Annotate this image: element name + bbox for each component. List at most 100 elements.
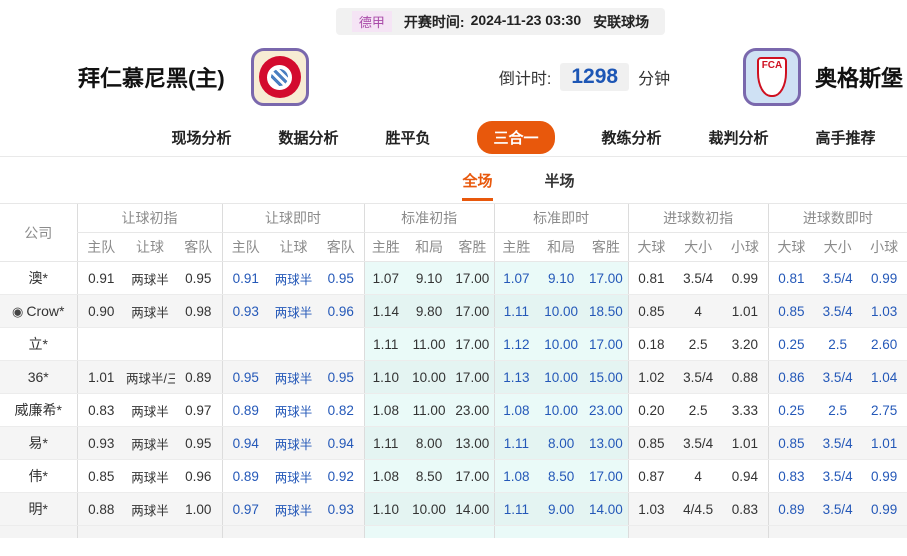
odds-cell[interactable]: 1.13 bbox=[493, 360, 539, 394]
odds-cell[interactable]: 两球半 bbox=[269, 459, 319, 493]
odds-cell[interactable]: 13.00 bbox=[584, 426, 629, 460]
odds-cell[interactable]: 9.00 bbox=[538, 492, 585, 526]
odds-cell[interactable]: 3.5/4 bbox=[814, 426, 862, 460]
odds-cell[interactable]: 0.93 bbox=[221, 294, 270, 328]
tab-coach-analysis[interactable]: 教练分析 bbox=[602, 127, 662, 148]
tab-referee-analysis[interactable]: 裁判分析 bbox=[709, 127, 769, 148]
odds-cell: 两球半 bbox=[125, 294, 175, 328]
odds-cell: 0.83 bbox=[722, 492, 769, 526]
odds-cell[interactable]: 18.50 bbox=[584, 294, 629, 328]
odds-cell[interactable]: 0.89 bbox=[221, 459, 270, 493]
odds-cell[interactable]: 10.00 bbox=[538, 393, 585, 427]
odds-cell[interactable]: 0.94 bbox=[318, 426, 365, 460]
odds-cell[interactable]: 0.95 bbox=[318, 360, 365, 394]
odds-cell: 17.00 bbox=[451, 459, 495, 493]
odds-cell[interactable]: 1.03 bbox=[861, 294, 907, 328]
odds-cell[interactable]: 两球半 bbox=[269, 261, 319, 295]
odds-cell[interactable]: 3.5/4 bbox=[814, 261, 862, 295]
odds-cell[interactable]: 17.00 bbox=[584, 261, 629, 295]
odds-cell[interactable]: 0.89 bbox=[221, 393, 270, 427]
odds-cell[interactable]: 23.00 bbox=[584, 393, 629, 427]
odds-cell[interactable]: 0.94 bbox=[221, 426, 270, 460]
odds-cell[interactable]: 1.07 bbox=[493, 261, 539, 295]
odds-cell[interactable]: 两球半 bbox=[269, 393, 319, 427]
odds-cell[interactable]: 0.82 bbox=[318, 393, 365, 427]
odds-cell: 0.88 bbox=[76, 492, 125, 526]
odds-cell[interactable]: 0.81 bbox=[767, 261, 815, 295]
odds-cell[interactable]: 0.86 bbox=[767, 360, 815, 394]
odds-cell[interactable]: 两球半 bbox=[269, 492, 319, 526]
odds-cell[interactable]: 2.5 bbox=[814, 327, 862, 361]
odds-cell[interactable] bbox=[318, 327, 365, 361]
company-cell[interactable]: 立* bbox=[0, 327, 77, 361]
odds-cell[interactable]: 0.25 bbox=[767, 393, 815, 427]
odds-cell[interactable]: 2.75 bbox=[861, 393, 907, 427]
company-cell[interactable]: ◉ Crow* bbox=[0, 294, 77, 328]
odds-cell[interactable]: 3.5/4 bbox=[814, 492, 862, 526]
company-cell[interactable]: 明* bbox=[0, 492, 77, 526]
odds-cell[interactable]: 1.11 bbox=[493, 426, 539, 460]
odds-cell[interactable]: 10.00 bbox=[538, 294, 585, 328]
odds-cell[interactable]: 0.91 bbox=[221, 261, 270, 295]
odds-cell: 17.00 bbox=[451, 327, 495, 361]
tab-expert-picks[interactable]: 高手推荐 bbox=[816, 127, 876, 148]
tab-half-match[interactable]: 半场 bbox=[545, 170, 575, 198]
odds-cell[interactable]: 1.11 bbox=[493, 492, 539, 526]
odds-cell[interactable]: 0.92 bbox=[318, 459, 365, 493]
odds-cell[interactable]: 3.5/4 bbox=[814, 459, 862, 493]
odds-cell[interactable]: 2.5 bbox=[814, 393, 862, 427]
odds-cell[interactable]: 0.83 bbox=[767, 459, 815, 493]
tab-three-in-one[interactable]: 三合一 bbox=[477, 121, 555, 154]
odds-cell[interactable]: 0.95 bbox=[318, 261, 365, 295]
odds-cell[interactable]: 1.12 bbox=[493, 327, 539, 361]
odds-cell[interactable]: 8.50 bbox=[538, 459, 585, 493]
odds-cell[interactable]: 0.99 bbox=[861, 492, 907, 526]
company-cell[interactable]: 澳* bbox=[0, 261, 77, 295]
odds-cell[interactable]: 0.99 bbox=[861, 459, 907, 493]
odds-cell[interactable]: 0.93 bbox=[318, 492, 365, 526]
countdown-unit: 分钟 bbox=[638, 71, 671, 88]
odds-cell[interactable]: 1.08 bbox=[493, 459, 539, 493]
odds-cell[interactable]: 两球半 bbox=[269, 360, 319, 394]
odds-cell[interactable]: 10.00 bbox=[538, 360, 585, 394]
odds-cell[interactable]: 17.00 bbox=[584, 327, 629, 361]
tab-data-analysis[interactable]: 数据分析 bbox=[278, 127, 338, 148]
league-badge[interactable]: 德甲 bbox=[351, 11, 392, 32]
odds-cell[interactable]: 2.60 bbox=[861, 327, 907, 361]
odds-cell[interactable]: 0.25 bbox=[767, 327, 815, 361]
odds-cell[interactable]: 0.85 bbox=[767, 294, 815, 328]
odds-cell[interactable]: 0.85 bbox=[767, 426, 815, 460]
tab-full-match[interactable]: 全场 bbox=[462, 170, 493, 201]
odds-cell[interactable]: 0.95 bbox=[221, 360, 270, 394]
odds-cell: 1.01 bbox=[722, 426, 769, 460]
odds-cell[interactable]: 1.01 bbox=[861, 426, 907, 460]
odds-cell[interactable]: 两球半 bbox=[269, 294, 319, 328]
odds-cell[interactable]: 0.89 bbox=[767, 492, 815, 526]
odds-cell[interactable] bbox=[221, 327, 270, 361]
odds-cell[interactable] bbox=[269, 327, 319, 361]
odds-cell[interactable]: 3.5/4 bbox=[814, 294, 862, 328]
odds-cell[interactable]: 9.10 bbox=[538, 261, 585, 295]
column-sub-header: 客胜 bbox=[584, 232, 629, 262]
odds-cell[interactable]: 10.00 bbox=[538, 327, 585, 361]
company-cell[interactable]: 易* bbox=[0, 426, 77, 460]
odds-cell[interactable]: 1.11 bbox=[493, 294, 539, 328]
odds-cell[interactable]: 14.00 bbox=[584, 492, 629, 526]
odds-cell[interactable]: 1.08 bbox=[493, 393, 539, 427]
odds-cell[interactable]: 0.97 bbox=[221, 492, 270, 526]
odds-cell[interactable]: 8.00 bbox=[538, 426, 585, 460]
tab-scene-analysis[interactable]: 现场分析 bbox=[171, 127, 231, 148]
odds-cell[interactable]: 17.00 bbox=[584, 459, 629, 493]
company-cell[interactable]: 36* bbox=[0, 360, 77, 394]
odds-cell[interactable]: 15.00 bbox=[584, 360, 629, 394]
company-cell[interactable]: 伟* bbox=[0, 459, 77, 493]
odds-cell[interactable]: 1.04 bbox=[861, 360, 907, 394]
company-cell[interactable]: 威廉希* bbox=[0, 393, 77, 427]
odds-cell[interactable]: 0.99 bbox=[861, 261, 907, 295]
tab-win-draw-lose[interactable]: 胜平负 bbox=[385, 127, 430, 148]
odds-cell[interactable]: 两球半 bbox=[269, 426, 319, 460]
odds-cell[interactable]: 0.96 bbox=[318, 294, 365, 328]
odds-cell bbox=[0, 525, 77, 538]
odds-cell[interactable]: 3.5/4 bbox=[814, 360, 862, 394]
odds-cell bbox=[407, 525, 452, 538]
